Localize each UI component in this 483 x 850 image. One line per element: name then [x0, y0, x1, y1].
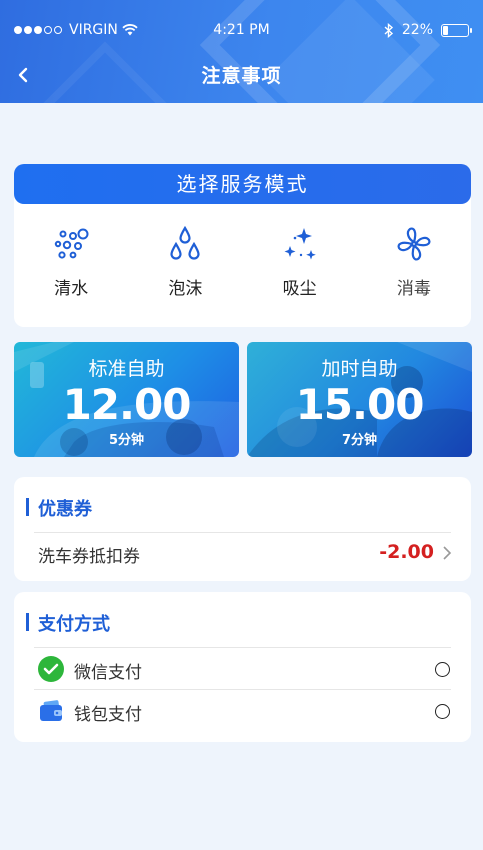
plan-duration: 7分钟 [341, 433, 378, 448]
foam-drops-icon [170, 225, 200, 260]
nav-bar: 注意事项 [0, 55, 483, 95]
plan-price: 12.00 [62, 380, 192, 429]
mode-label: 泡沫 [168, 279, 203, 299]
wechat-pay-icon [38, 656, 64, 682]
payment-label: 微信支付 [74, 663, 142, 683]
payment-section-title: 支付方式 [26, 610, 110, 636]
status-right: 22% [384, 22, 472, 38]
mode-water[interactable]: 清水 [14, 224, 128, 299]
mode-vacuum[interactable]: 吸尘 [243, 224, 357, 299]
water-bubbles-icon [54, 228, 89, 259]
coupon-card: 优惠券 洗车券抵扣券 -2.00 [14, 477, 471, 581]
service-mode-card: 选择服务模式 清水 泡沫 吸尘 消毒 [14, 164, 471, 327]
status-bar: VIRGIN 4:21 PM 22% [0, 0, 483, 40]
wallet-icon [40, 700, 62, 721]
sparkle-dust-icon [284, 228, 316, 260]
mode-label: 清水 [54, 279, 89, 299]
payment-option-wallet[interactable]: 钱包支付 [14, 690, 471, 732]
mode-label: 消毒 [396, 279, 431, 299]
plan-card-extended[interactable]: 加时自助 15.00 7分钟 [247, 342, 472, 457]
chevron-right-icon [443, 546, 452, 560]
payment-card: 支付方式 微信支付 钱包支付 [14, 592, 471, 742]
bluetooth-icon [384, 22, 393, 38]
payment-radio[interactable] [435, 662, 450, 677]
service-mode-title: 选择服务模式 [14, 164, 471, 204]
mode-disinfect[interactable]: 消毒 [357, 224, 471, 299]
mode-foam[interactable]: 泡沫 [128, 224, 242, 299]
fan-disinfect-icon [397, 227, 431, 261]
page-title: 注意事项 [201, 65, 282, 87]
coupon-amount: -2.00 [379, 541, 434, 563]
plan-price: 15.00 [295, 380, 425, 429]
payment-label: 钱包支付 [74, 705, 142, 725]
coupon-section-title: 优惠券 [26, 495, 92, 521]
mode-label: 吸尘 [282, 279, 317, 299]
payment-radio[interactable] [435, 704, 450, 719]
plan-duration: 5分钟 [108, 433, 145, 448]
battery-level [443, 25, 448, 35]
header: VIRGIN 4:21 PM 22% 注意事项 [0, 0, 483, 103]
coupon-row[interactable]: 洗车券抵扣券 -2.00 [14, 533, 471, 573]
plan-card-standard[interactable]: 标准自助 12.00 5分钟 [14, 342, 239, 457]
battery-icon [441, 23, 472, 37]
plan-title: 加时自助 [321, 358, 398, 380]
coupon-label: 洗车券抵扣券 [38, 547, 140, 567]
service-mode-list: 清水 泡沫 吸尘 消毒 [14, 224, 471, 299]
battery-percent: 22% [401, 22, 433, 38]
payment-option-wechat[interactable]: 微信支付 [14, 648, 471, 690]
plan-title: 标准自助 [88, 358, 165, 380]
